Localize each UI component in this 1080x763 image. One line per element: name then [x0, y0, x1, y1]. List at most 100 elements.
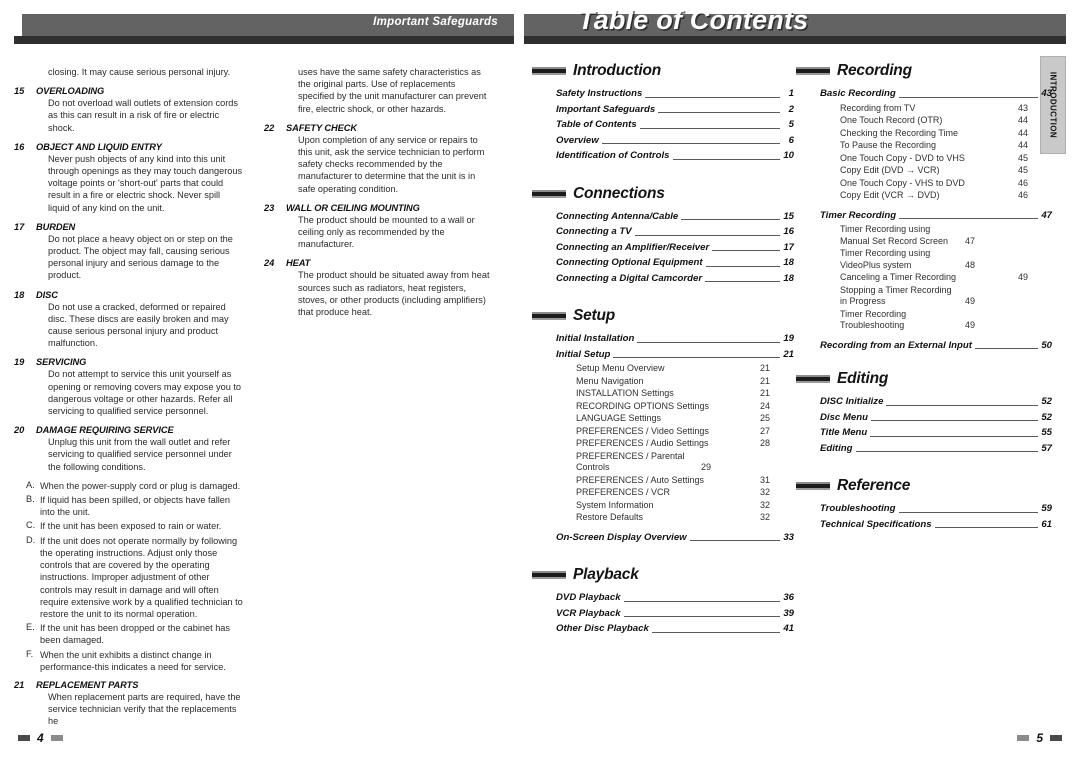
toc-entry[interactable]: Editing 57 [820, 442, 1052, 456]
toc-entry[interactable]: Connecting an Amplifier/Receiver 17 [556, 241, 794, 255]
toc-entry[interactable]: Initial Setup 21 [556, 348, 794, 362]
toc-subentry[interactable]: One Touch Copy - VHS to DVD 46 [840, 178, 1052, 190]
toc-section-header: Recording [796, 62, 1052, 80]
section-bullet-icon [532, 189, 566, 198]
toc-subentry[interactable]: To Pause the Recording 44 [840, 140, 1052, 152]
toc-entry[interactable]: VCR Playback 39 [556, 607, 794, 621]
toc-leader [974, 348, 1038, 349]
section-bullet-icon [796, 67, 830, 75]
toc-leader [613, 357, 780, 358]
toc-subentry[interactable]: Copy Edit (VCR → DVD) 46 [840, 190, 1052, 202]
safeguard-heading: BURDEN [36, 221, 76, 232]
safeguard-continued-text: uses have the same safety characteristic… [298, 67, 487, 114]
left-page-header: Important Safeguards [14, 14, 514, 44]
toc-subentry[interactable]: INSTALLATION Settings 21 [576, 388, 794, 400]
toc-subentry[interactable]: LANGUAGE Settings 25 [576, 413, 794, 425]
safeguard-number: 22 [264, 122, 275, 133]
toc-subentry-label: Timer Recording using VideoPlus system [840, 248, 931, 270]
toc-entry[interactable]: Timer Recording 47 [820, 209, 1052, 223]
toc-entry-label: Initial Installation [556, 333, 635, 344]
toc-subentry[interactable]: RECORDING OPTIONS Settings 24 [576, 401, 794, 413]
toc-entry-label: Safety Instructions [556, 88, 643, 99]
toc-entry[interactable]: Identification of Controls 10 [556, 149, 794, 163]
toc-subentry[interactable]: Menu Navigation 21 [576, 376, 794, 388]
toc-subentry[interactable]: Setup Menu Overview 21 [576, 363, 794, 375]
toc-subentry[interactable]: Checking the Recording Time 44 [840, 128, 1052, 140]
toc-subentry[interactable]: PREFERENCES / Auto Settings 31 [576, 475, 794, 487]
toc-entry[interactable]: Connecting Optional Equipment 18 [556, 256, 794, 270]
safeguard-item: 16 OBJECT AND LIQUID ENTRY [14, 141, 244, 152]
toc-entry-label: DVD Playback [556, 592, 621, 603]
toc-entry[interactable]: Connecting a TV 16 [556, 225, 794, 239]
toc-entry-page: 50 [1041, 339, 1052, 351]
toc-entry[interactable]: Initial Installation 19 [556, 332, 794, 346]
safeguards-body: closing. It may cause serious personal i… [14, 66, 514, 726]
toc-subentry[interactable]: PREFERENCES / Video Settings 27 [576, 426, 794, 438]
toc-subentry[interactable]: Timer Recording Troubleshooting 49 [840, 309, 1052, 332]
toc-subentry[interactable]: Timer Recording using Manual Set Record … [840, 224, 1052, 247]
toc-subentry[interactable]: Stopping a Timer Recording in Progress 49 [840, 285, 1052, 308]
toc-entry[interactable]: Connecting Antenna/Cable 15 [556, 210, 794, 224]
toc-entry-label: Disc Menu [820, 411, 868, 423]
toc-entry[interactable]: Important Safeguards 2 [556, 103, 794, 117]
toc-entry[interactable]: Safety Instructions 1 [556, 87, 794, 101]
toc-entry-page: 39 [783, 607, 794, 619]
toc-leader [601, 143, 780, 144]
toc-entry[interactable]: Basic Recording 43 [820, 87, 1052, 101]
toc-subentry[interactable]: Canceling a Timer Recording 49 [840, 272, 1052, 284]
toc-subentry-page: 32 [760, 512, 771, 522]
toc-entry-label: Connecting a Digital Camcorder [556, 272, 703, 284]
table-of-contents: Introduction Safety Instructions 1 Importan… [524, 62, 1066, 712]
toc-subentry[interactable]: Restore Defaults 32 [576, 512, 794, 524]
toc-section-title: Playback [573, 566, 639, 583]
toc-subentry[interactable]: Timer Recording using VideoPlus system 48 [840, 248, 1052, 271]
toc-subentry-label: Timer Recording using Manual Set Record … [840, 224, 949, 246]
toc-subentry-page: 32 [760, 487, 771, 497]
safeguard-sub-item: F. When the unit exhibits a distinct chan… [26, 649, 244, 673]
toc-entry[interactable]: On-Screen Display Overview 33 [556, 531, 794, 545]
toc-subentry-label: PREFERENCES / Parental Controls [576, 450, 685, 473]
safeguards-column-1: closing. It may cause serious personal i… [14, 66, 252, 726]
toc-subentry-label: One Touch Copy - VHS to DVD [840, 177, 965, 188]
toc-leader [705, 265, 780, 267]
toc-subentry[interactable]: System Information 32 [576, 500, 794, 512]
section-bullet-icon [532, 67, 566, 75]
toc-subentry[interactable]: Recording from TV 43 [840, 103, 1052, 115]
toc-subentry[interactable]: One Touch Record (OTR) 44 [840, 115, 1052, 127]
toc-leader [689, 540, 780, 541]
toc-subentry[interactable]: PREFERENCES / VCR 32 [576, 487, 794, 499]
toc-entry[interactable]: Disc Menu 52 [820, 411, 1052, 425]
toc-entry[interactable]: Title Menu 55 [820, 426, 1052, 440]
toc-entry[interactable]: DISC Initialize 52 [820, 395, 1052, 409]
toc-subentry[interactable]: Copy Edit (DVD → VCR) 45 [840, 165, 1052, 177]
toc-entry[interactable]: Overview 6 [556, 134, 794, 148]
toc-leader [705, 281, 780, 282]
toc-subentry-page: 31 [760, 474, 771, 485]
toc-leader [886, 404, 1038, 406]
safeguard-number: 15 [14, 86, 25, 97]
toc-entry[interactable]: Connecting a Digital Camcorder 18 [556, 272, 794, 286]
toc-subentry-label: System Information [576, 499, 654, 510]
toc-entry[interactable]: DVD Playback 36 [556, 591, 794, 605]
toc-section: Recording Basic Recording 43 Recording from… [796, 62, 1052, 352]
toc-entry[interactable]: Other Disc Playback 41 [556, 622, 794, 636]
toc-subentry[interactable]: One Touch Copy - DVD to VHS 45 [840, 153, 1052, 165]
toc-entry-label: Basic Recording [820, 88, 896, 99]
toc-entry[interactable]: Table of Contents 5 [556, 118, 794, 132]
toc-subentry-label: PREFERENCES / Auto Settings [576, 474, 705, 485]
toc-entry-label: Connecting Antenna/Cable [556, 210, 679, 222]
toc-subentry[interactable]: PREFERENCES / Parental Controls 29 [576, 451, 794, 474]
toc-section: Setup Initial Installation 19 Initial Setup… [532, 307, 794, 544]
toc-subentry[interactable]: PREFERENCES / Audio Settings 28 [576, 438, 794, 450]
toc-leader [870, 435, 1038, 437]
safeguard-item: 17 BURDEN [14, 221, 244, 232]
toc-entry[interactable]: Troubleshooting 59 [820, 502, 1052, 516]
toc-entry[interactable]: Recording from an External Input 50 [820, 339, 1052, 353]
toc-entry-page: 15 [783, 210, 794, 222]
page-title: Table of Contents [578, 5, 809, 35]
toc-entry-label: Troubleshooting [820, 503, 896, 514]
toc-entry-page: 36 [783, 592, 794, 603]
toc-entry-page: 55 [1041, 427, 1052, 438]
toc-entry[interactable]: Technical Specifications 61 [820, 518, 1052, 532]
